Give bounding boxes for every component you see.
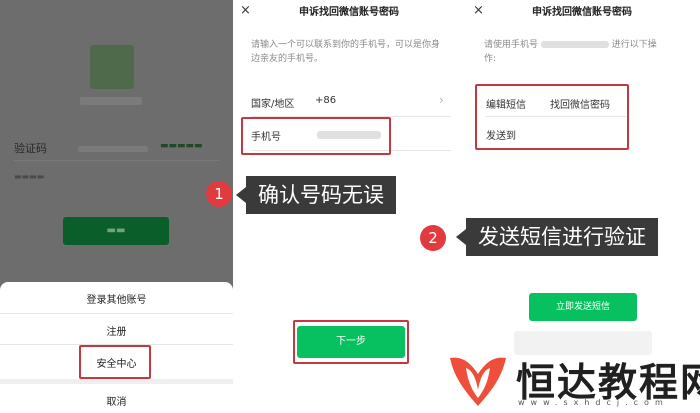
close-icon[interactable]: × (240, 3, 251, 18)
login-button[interactable]: ▬▬ (63, 217, 169, 245)
phone-row-highlight (241, 117, 391, 155)
account-name-blurred (80, 97, 142, 105)
step-2-badge: 2 (420, 225, 446, 251)
register-option[interactable]: 注册 (0, 323, 233, 338)
send-sms-button[interactable]: 立即发送短信 (529, 293, 637, 321)
country-label: 国家/地区 (251, 99, 295, 110)
code-input-placeholder[interactable] (78, 146, 148, 152)
instruction-prefix: 请使用手机号 (484, 40, 539, 50)
step-2-callout: 发送短信进行验证 (456, 218, 658, 256)
send-to-label: 发送到 (486, 131, 516, 142)
country-code[interactable]: +86 (315, 95, 336, 106)
chevron-right-icon[interactable]: › (439, 93, 444, 107)
instruction-text: 请输入一个可以联系到你的手机号，可以是你身 边亲友的手机号。 (251, 38, 456, 66)
input-underline (14, 160, 219, 161)
security-center-highlight (79, 345, 151, 379)
screen-title: 申诉找回微信账号密码 (299, 7, 399, 18)
sms-content: 找回微信密码 (550, 100, 610, 111)
watermark-logo (444, 352, 512, 413)
edit-sms-label: 编辑短信 (486, 100, 526, 111)
row-divider (486, 116, 626, 117)
sheet-separator (0, 379, 233, 384)
close-icon[interactable]: × (473, 3, 484, 18)
instruction-line-2: 边亲友的手机号。 (251, 54, 324, 64)
avatar (90, 45, 134, 89)
screen-title: 申诉找回微信账号密码 (532, 7, 632, 18)
other-account-option[interactable]: 登录其他账号 (0, 291, 233, 306)
get-code-link[interactable]: ▬▬▬▬▬ (160, 141, 203, 151)
instruction-text: 请使用手机号 进行以下操 作: (484, 38, 694, 66)
instruction-suffix: 进行以下操 (611, 40, 657, 50)
step-1-callout: 确认号码无误 (236, 176, 396, 214)
login-screen-panel: 验证码 ▬▬▬▬▬ ▬▬▬▬ ▬▬ 登录其他账号 注册 安全中心 取消 (0, 0, 233, 413)
sheet-divider (0, 313, 233, 314)
next-button[interactable]: 下一步 (297, 326, 405, 358)
step-1-badge: 1 (206, 181, 232, 207)
phone-number-blurred (540, 41, 609, 48)
instruction-line-2: 作: (484, 54, 497, 64)
watermark-url: www.sxhdcj.com (518, 398, 669, 407)
cancel-option[interactable]: 取消 (0, 393, 233, 408)
hint-text: ▬▬▬▬ (14, 172, 45, 181)
code-label: 验证码 (14, 142, 47, 155)
instruction-line-1: 请输入一个可以联系到你的手机号，可以是你身 (251, 40, 441, 50)
